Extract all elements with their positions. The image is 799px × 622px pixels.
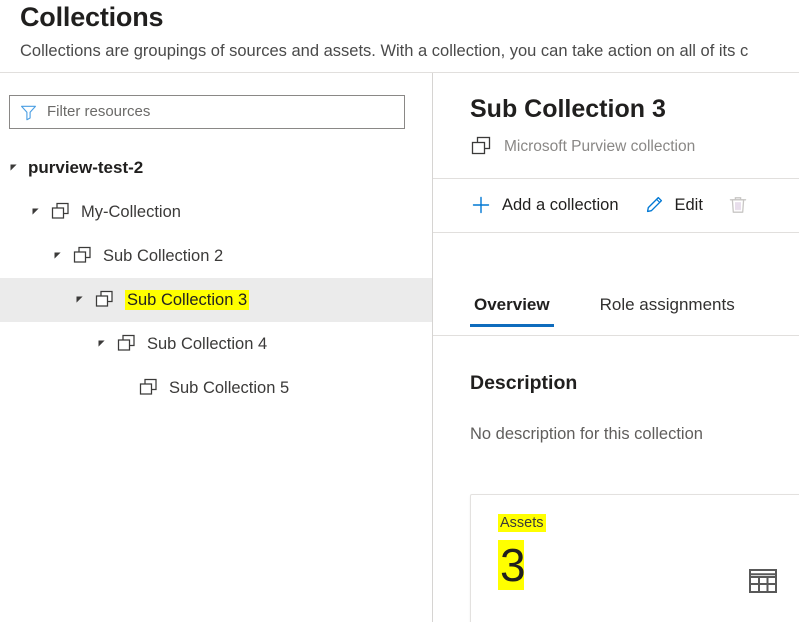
collection-icon xyxy=(138,378,160,398)
tab-overview-label: Overview xyxy=(474,295,550,314)
add-a-collection-button[interactable]: Add a collection xyxy=(470,187,619,223)
page-subtitle: Collections are groupings of sources and… xyxy=(20,42,749,60)
tree-item-sub-collection-4[interactable]: Sub Collection 4 xyxy=(0,322,432,366)
collection-icon xyxy=(116,334,138,354)
page-header: Collections Collections are groupings of… xyxy=(0,0,799,72)
table-grid-icon xyxy=(748,567,778,595)
tree-item-label: purview-test-2 xyxy=(28,158,144,177)
delete-button xyxy=(727,187,759,223)
assets-card[interactable]: Assets 3 xyxy=(470,494,799,622)
plus-icon xyxy=(470,194,492,216)
collections-tree: purview-test-2 My-Collection Sub Collectio… xyxy=(0,146,432,410)
edit-button[interactable]: Edit xyxy=(643,187,703,223)
tabs-divider xyxy=(433,335,799,336)
detail-subtitle: Microsoft Purview collection xyxy=(470,136,695,157)
chevron-expanded-icon[interactable] xyxy=(50,248,66,264)
assets-card-label: Assets xyxy=(498,514,546,532)
tree-item-sub-collection-3[interactable]: Sub Collection 3 xyxy=(0,278,432,322)
tab-role-assignments[interactable]: Role assignments xyxy=(596,295,739,327)
edit-label: Edit xyxy=(674,195,703,214)
tree-item-label: My-Collection xyxy=(81,202,181,221)
command-bar-divider xyxy=(433,232,799,233)
tree-item-my-collection[interactable]: My-Collection xyxy=(0,190,432,234)
search-highlight: Sub Collection 3 xyxy=(125,289,250,310)
search-input[interactable] xyxy=(47,101,387,123)
tree-item-purview-test-2[interactable]: purview-test-2 xyxy=(0,146,432,190)
chevron-expanded-icon[interactable] xyxy=(28,204,44,220)
tree-item-label: Sub Collection 5 xyxy=(169,378,290,397)
description-heading: Description xyxy=(470,372,578,394)
collection-icon xyxy=(470,136,493,157)
filter-resources-box[interactable] xyxy=(9,95,405,129)
tab-role-assignments-label: Role assignments xyxy=(599,295,735,314)
filter-funnel-icon xyxy=(20,104,37,121)
collection-icon xyxy=(94,290,116,310)
tree-item-label: Sub Collection 4 xyxy=(147,334,268,353)
collection-icon xyxy=(50,202,72,222)
collections-tree-panel: purview-test-2 My-Collection Sub Collectio… xyxy=(0,73,432,622)
tree-item-label: Sub Collection 2 xyxy=(103,246,224,265)
collection-detail-panel: Sub Collection 3 Microsoft Purview colle… xyxy=(433,73,799,622)
page-title: Collections xyxy=(20,2,164,32)
detail-tabs: Overview Role assignments xyxy=(470,295,781,327)
tree-item-label: Sub Collection 3 xyxy=(125,289,250,310)
tab-overview[interactable]: Overview xyxy=(470,295,554,327)
chevron-expanded-icon[interactable] xyxy=(72,292,88,308)
description-text: No description for this collection xyxy=(470,425,703,443)
detail-title: Sub Collection 3 xyxy=(470,95,666,123)
tree-item-sub-collection-5[interactable]: Sub Collection 5 xyxy=(0,366,432,410)
detail-subtitle-text: Microsoft Purview collection xyxy=(504,137,696,155)
collection-icon xyxy=(72,246,94,266)
trash-icon xyxy=(727,194,749,216)
command-bar: Add a collection Edit xyxy=(470,187,783,223)
chevron-expanded-icon[interactable] xyxy=(94,336,110,352)
chevron-expanded-icon[interactable] xyxy=(6,160,22,176)
tree-item-sub-collection-2[interactable]: Sub Collection 2 xyxy=(0,234,432,278)
detail-header-divider xyxy=(433,178,799,179)
collections-page: Collections Collections are groupings of… xyxy=(0,0,799,622)
assets-card-value: 3 xyxy=(498,540,530,590)
pencil-icon xyxy=(643,194,665,216)
add-a-collection-label: Add a collection xyxy=(502,195,619,214)
